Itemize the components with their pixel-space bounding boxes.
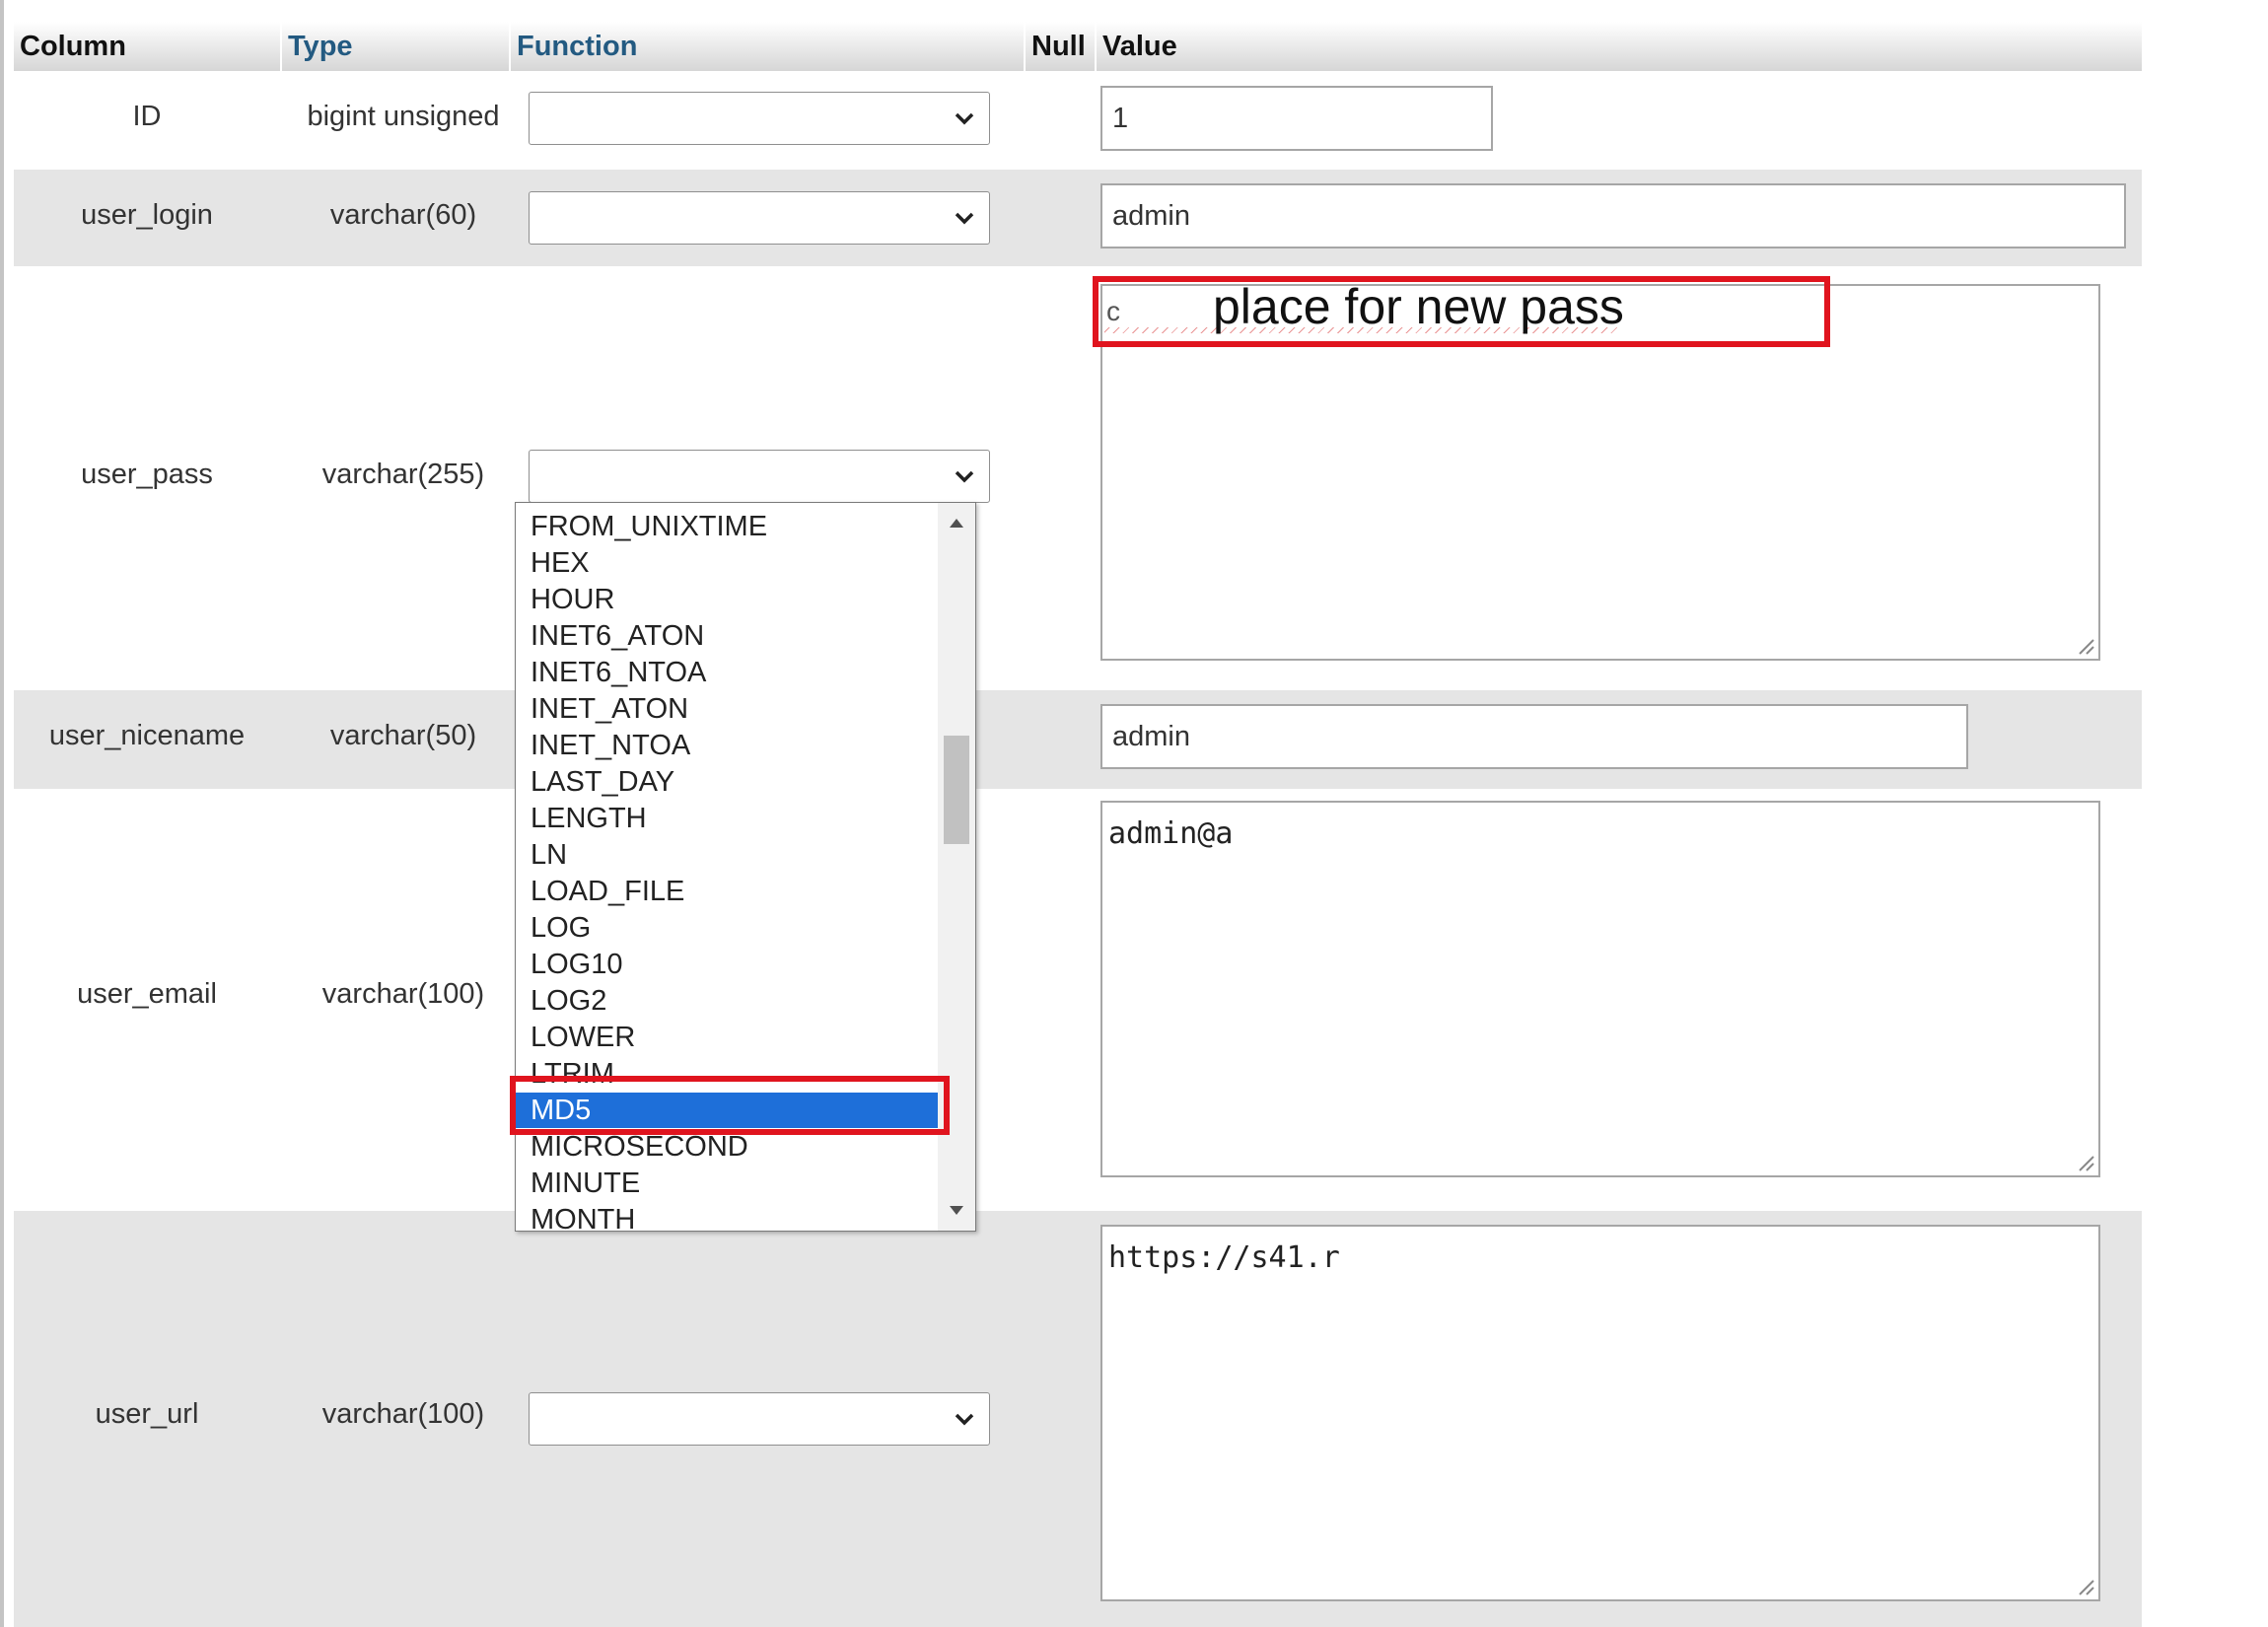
dropdown-option[interactable]: LOG2 [516, 983, 938, 1019]
value-input-user-nicename[interactable]: admin [1100, 704, 1968, 769]
value-input-user-login[interactable]: admin [1100, 183, 2126, 248]
left-border [0, 0, 4, 1627]
dropdown-option[interactable]: LOWER [516, 1020, 938, 1055]
table-row-user-login: user_login varchar(60) admin [14, 170, 2142, 266]
column-type: varchar(100) [321, 978, 485, 1010]
dropdown-option[interactable]: LOAD_FILE [516, 874, 938, 909]
column-name: user_email [77, 978, 217, 1010]
dropdown-option[interactable]: LN [516, 837, 938, 873]
dropdown-option[interactable]: LOG [516, 910, 938, 946]
dropdown-option[interactable]: INET6_NTOA [516, 655, 938, 690]
function-select-open[interactable] [529, 450, 990, 503]
column-name: user_url [95, 1398, 199, 1430]
scroll-up-arrow-icon[interactable] [950, 519, 963, 528]
column-name: user_pass [81, 459, 213, 490]
dropdown-option[interactable]: INET_NTOA [516, 728, 938, 763]
table-row-user-nicename: user_nicename varchar(50) admin [14, 690, 2142, 789]
dropdown-option[interactable]: MONTH [516, 1202, 938, 1231]
dropdown-option[interactable]: FROM_UNIXTIME [516, 509, 938, 544]
annotation-text: place for new pass [1213, 279, 1624, 334]
header-value: Value [1102, 31, 1177, 62]
value-textarea-user-url[interactable]: https://s41.r [1100, 1225, 2100, 1601]
header-null: Null [1031, 31, 1086, 62]
function-select[interactable] [529, 1392, 990, 1446]
table-row-id: ID bigint unsigned 1 [14, 71, 2142, 170]
annotation-highlight-md5 [510, 1076, 950, 1135]
scrollbar-thumb[interactable] [944, 736, 969, 844]
dropdown-option[interactable]: HEX [516, 545, 938, 581]
value-text: https://s41.r [1108, 1240, 1340, 1275]
column-name: user_nicename [48, 720, 246, 751]
dropdown-option[interactable]: INET6_ATON [516, 618, 938, 654]
column-name: ID [132, 101, 162, 132]
column-type: bigint unsigned [307, 101, 500, 132]
scroll-down-arrow-icon[interactable] [950, 1206, 963, 1215]
header-column: Column [20, 31, 126, 62]
dropdown-option[interactable]: LAST_DAY [516, 764, 938, 800]
dropdown-option[interactable]: MINUTE [516, 1166, 938, 1201]
chevron-down-icon [955, 112, 974, 125]
dropdown-option[interactable]: INET_ATON [516, 691, 938, 727]
header-type[interactable]: Type [282, 22, 509, 71]
chevron-down-icon [955, 470, 974, 483]
resize-grip-icon[interactable] [2074, 634, 2095, 656]
chevron-down-icon [955, 212, 974, 225]
chevron-down-icon [955, 1413, 974, 1426]
resize-grip-icon[interactable] [2074, 1151, 2095, 1172]
dropdown-option[interactable]: LENGTH [516, 801, 938, 836]
column-type: varchar(50) [329, 720, 477, 751]
column-name: user_login [81, 199, 213, 231]
column-type: varchar(100) [321, 1398, 485, 1430]
value-text: admin@a [1108, 816, 1234, 851]
dropdown-option[interactable]: HOUR [516, 582, 938, 617]
dropdown-option[interactable]: LOG10 [516, 947, 938, 982]
function-select[interactable] [529, 191, 990, 245]
table-row-user-email: user_email varchar(100) admin@a [14, 789, 2142, 1211]
value-input-id[interactable]: 1 [1100, 86, 1493, 151]
resize-grip-icon[interactable] [2074, 1575, 2095, 1596]
column-type: varchar(60) [329, 199, 477, 231]
value-textarea-user-email[interactable]: admin@a [1100, 801, 2100, 1177]
function-select[interactable] [529, 92, 990, 145]
column-type: varchar(255) [321, 459, 485, 490]
table-row-user-url: user_url varchar(100) https://s41.r [14, 1211, 2142, 1627]
table-header: Column Type Function Null Value [14, 22, 2142, 71]
header-function[interactable]: Function [511, 22, 1024, 71]
